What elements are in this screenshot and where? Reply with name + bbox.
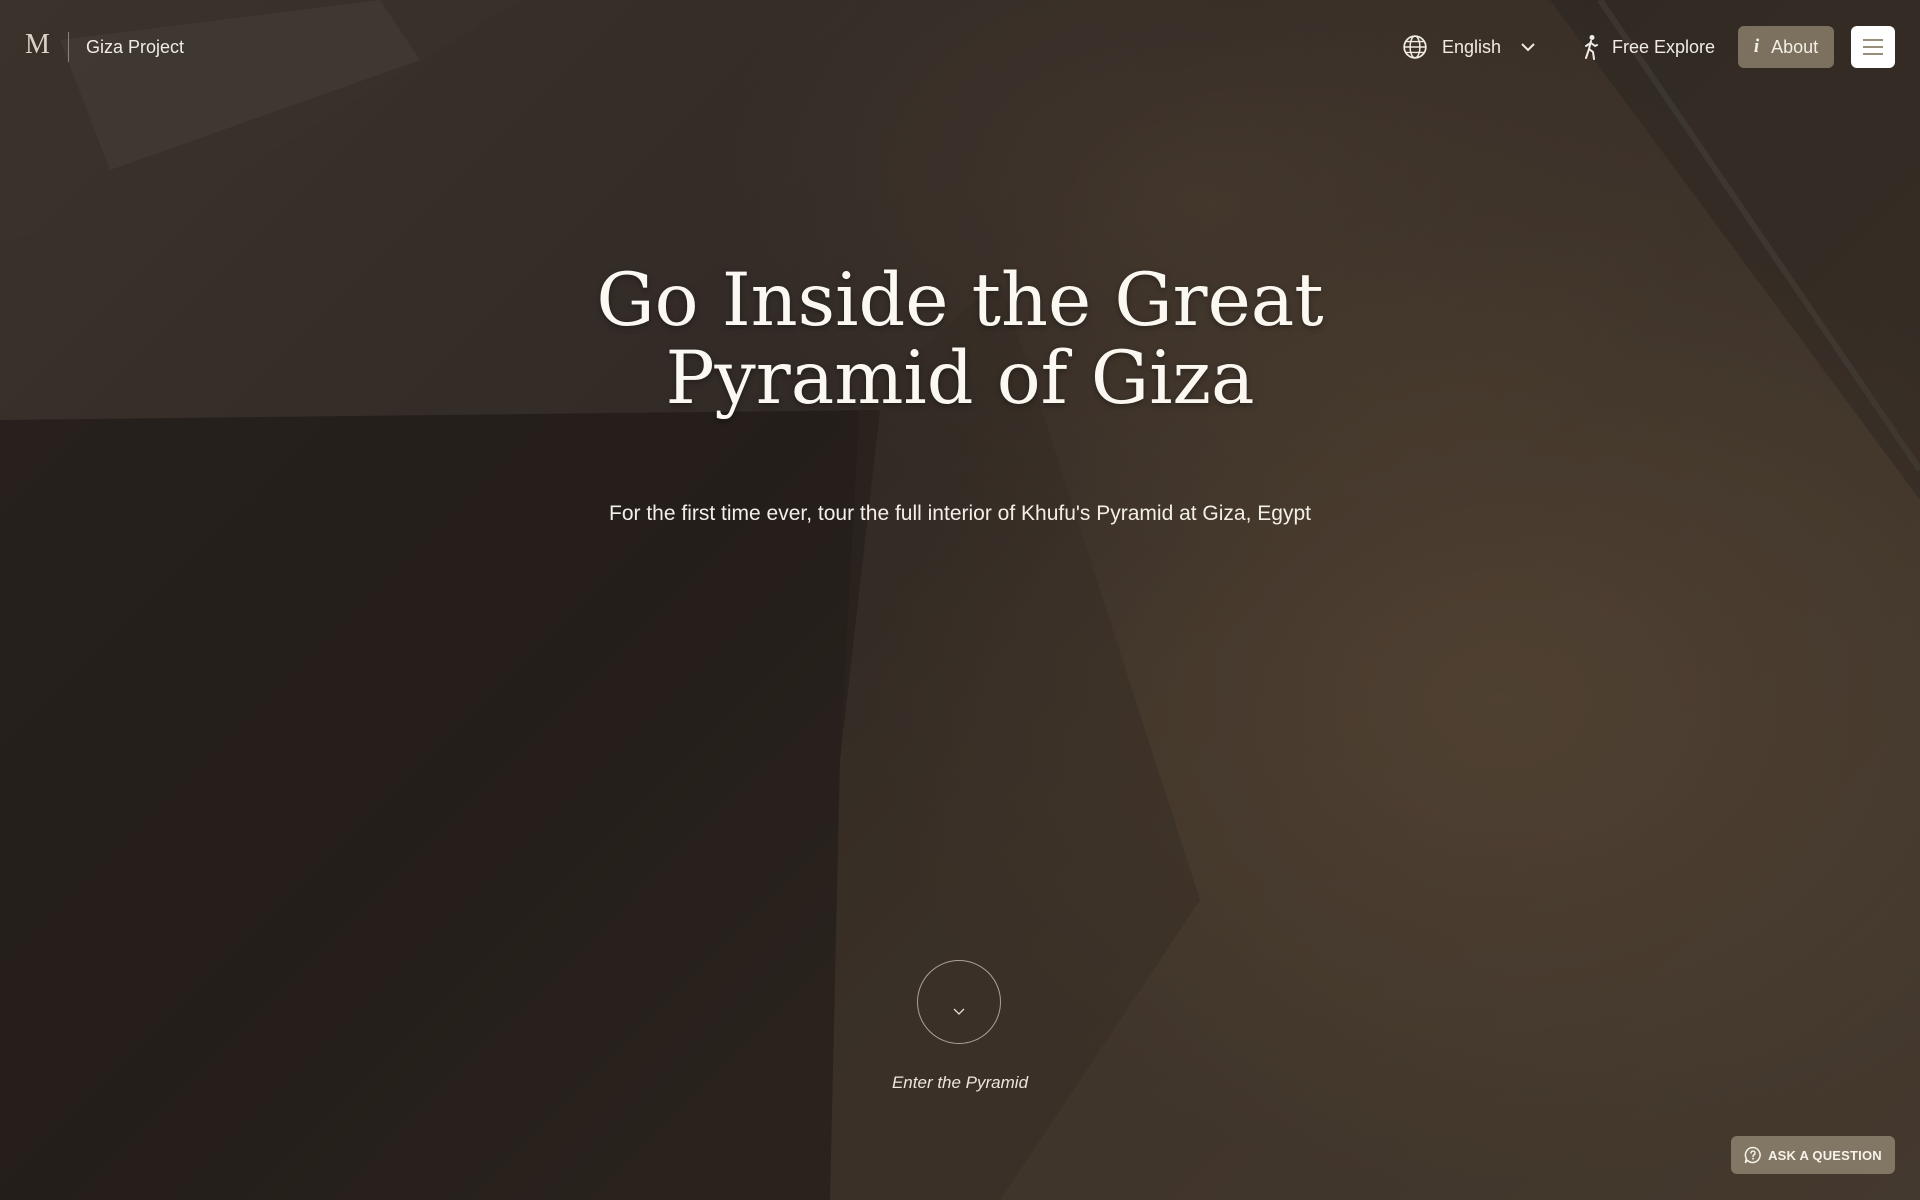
ask-question-label: ASK A QUESTION: [1768, 1147, 1882, 1163]
brand-name[interactable]: Giza Project: [86, 36, 184, 58]
chevron-down-icon: [953, 1008, 965, 1015]
chat-question-icon: [1744, 1146, 1761, 1164]
ask-question-button[interactable]: ASK A QUESTION: [1731, 1136, 1895, 1174]
logo-divider: [68, 32, 69, 62]
free-explore-label: Free Explore: [1612, 36, 1716, 57]
page-title: Go Inside the Great Pyramid of Giza: [480, 262, 1440, 418]
info-icon: i: [1753, 36, 1760, 57]
about-button[interactable]: i About: [1738, 26, 1834, 68]
walking-person-icon: [1585, 35, 1598, 60]
globe-icon: [1403, 35, 1427, 59]
hamburger-menu-icon: [1863, 39, 1883, 55]
enter-pyramid-button[interactable]: [917, 960, 1001, 1044]
hero-subtitle: For the first time ever, tour the full i…: [609, 502, 1311, 525]
menu-button[interactable]: [1851, 26, 1895, 68]
language-selector[interactable]: English: [1402, 32, 1537, 62]
title-line-1: Go Inside the Great: [596, 258, 1324, 343]
top-navigation: M Giza Project English Free Explore i Ab…: [0, 0, 1920, 94]
free-explore-link[interactable]: Free Explore: [1580, 32, 1715, 62]
enter-pyramid-label[interactable]: Enter the Pyramid: [860, 1073, 1060, 1093]
about-label: About: [1771, 36, 1819, 57]
language-label: English: [1442, 36, 1502, 57]
chevron-down-icon: [1521, 43, 1535, 52]
site-logo[interactable]: M: [25, 30, 53, 60]
title-line-2: Pyramid of Giza: [665, 336, 1255, 421]
